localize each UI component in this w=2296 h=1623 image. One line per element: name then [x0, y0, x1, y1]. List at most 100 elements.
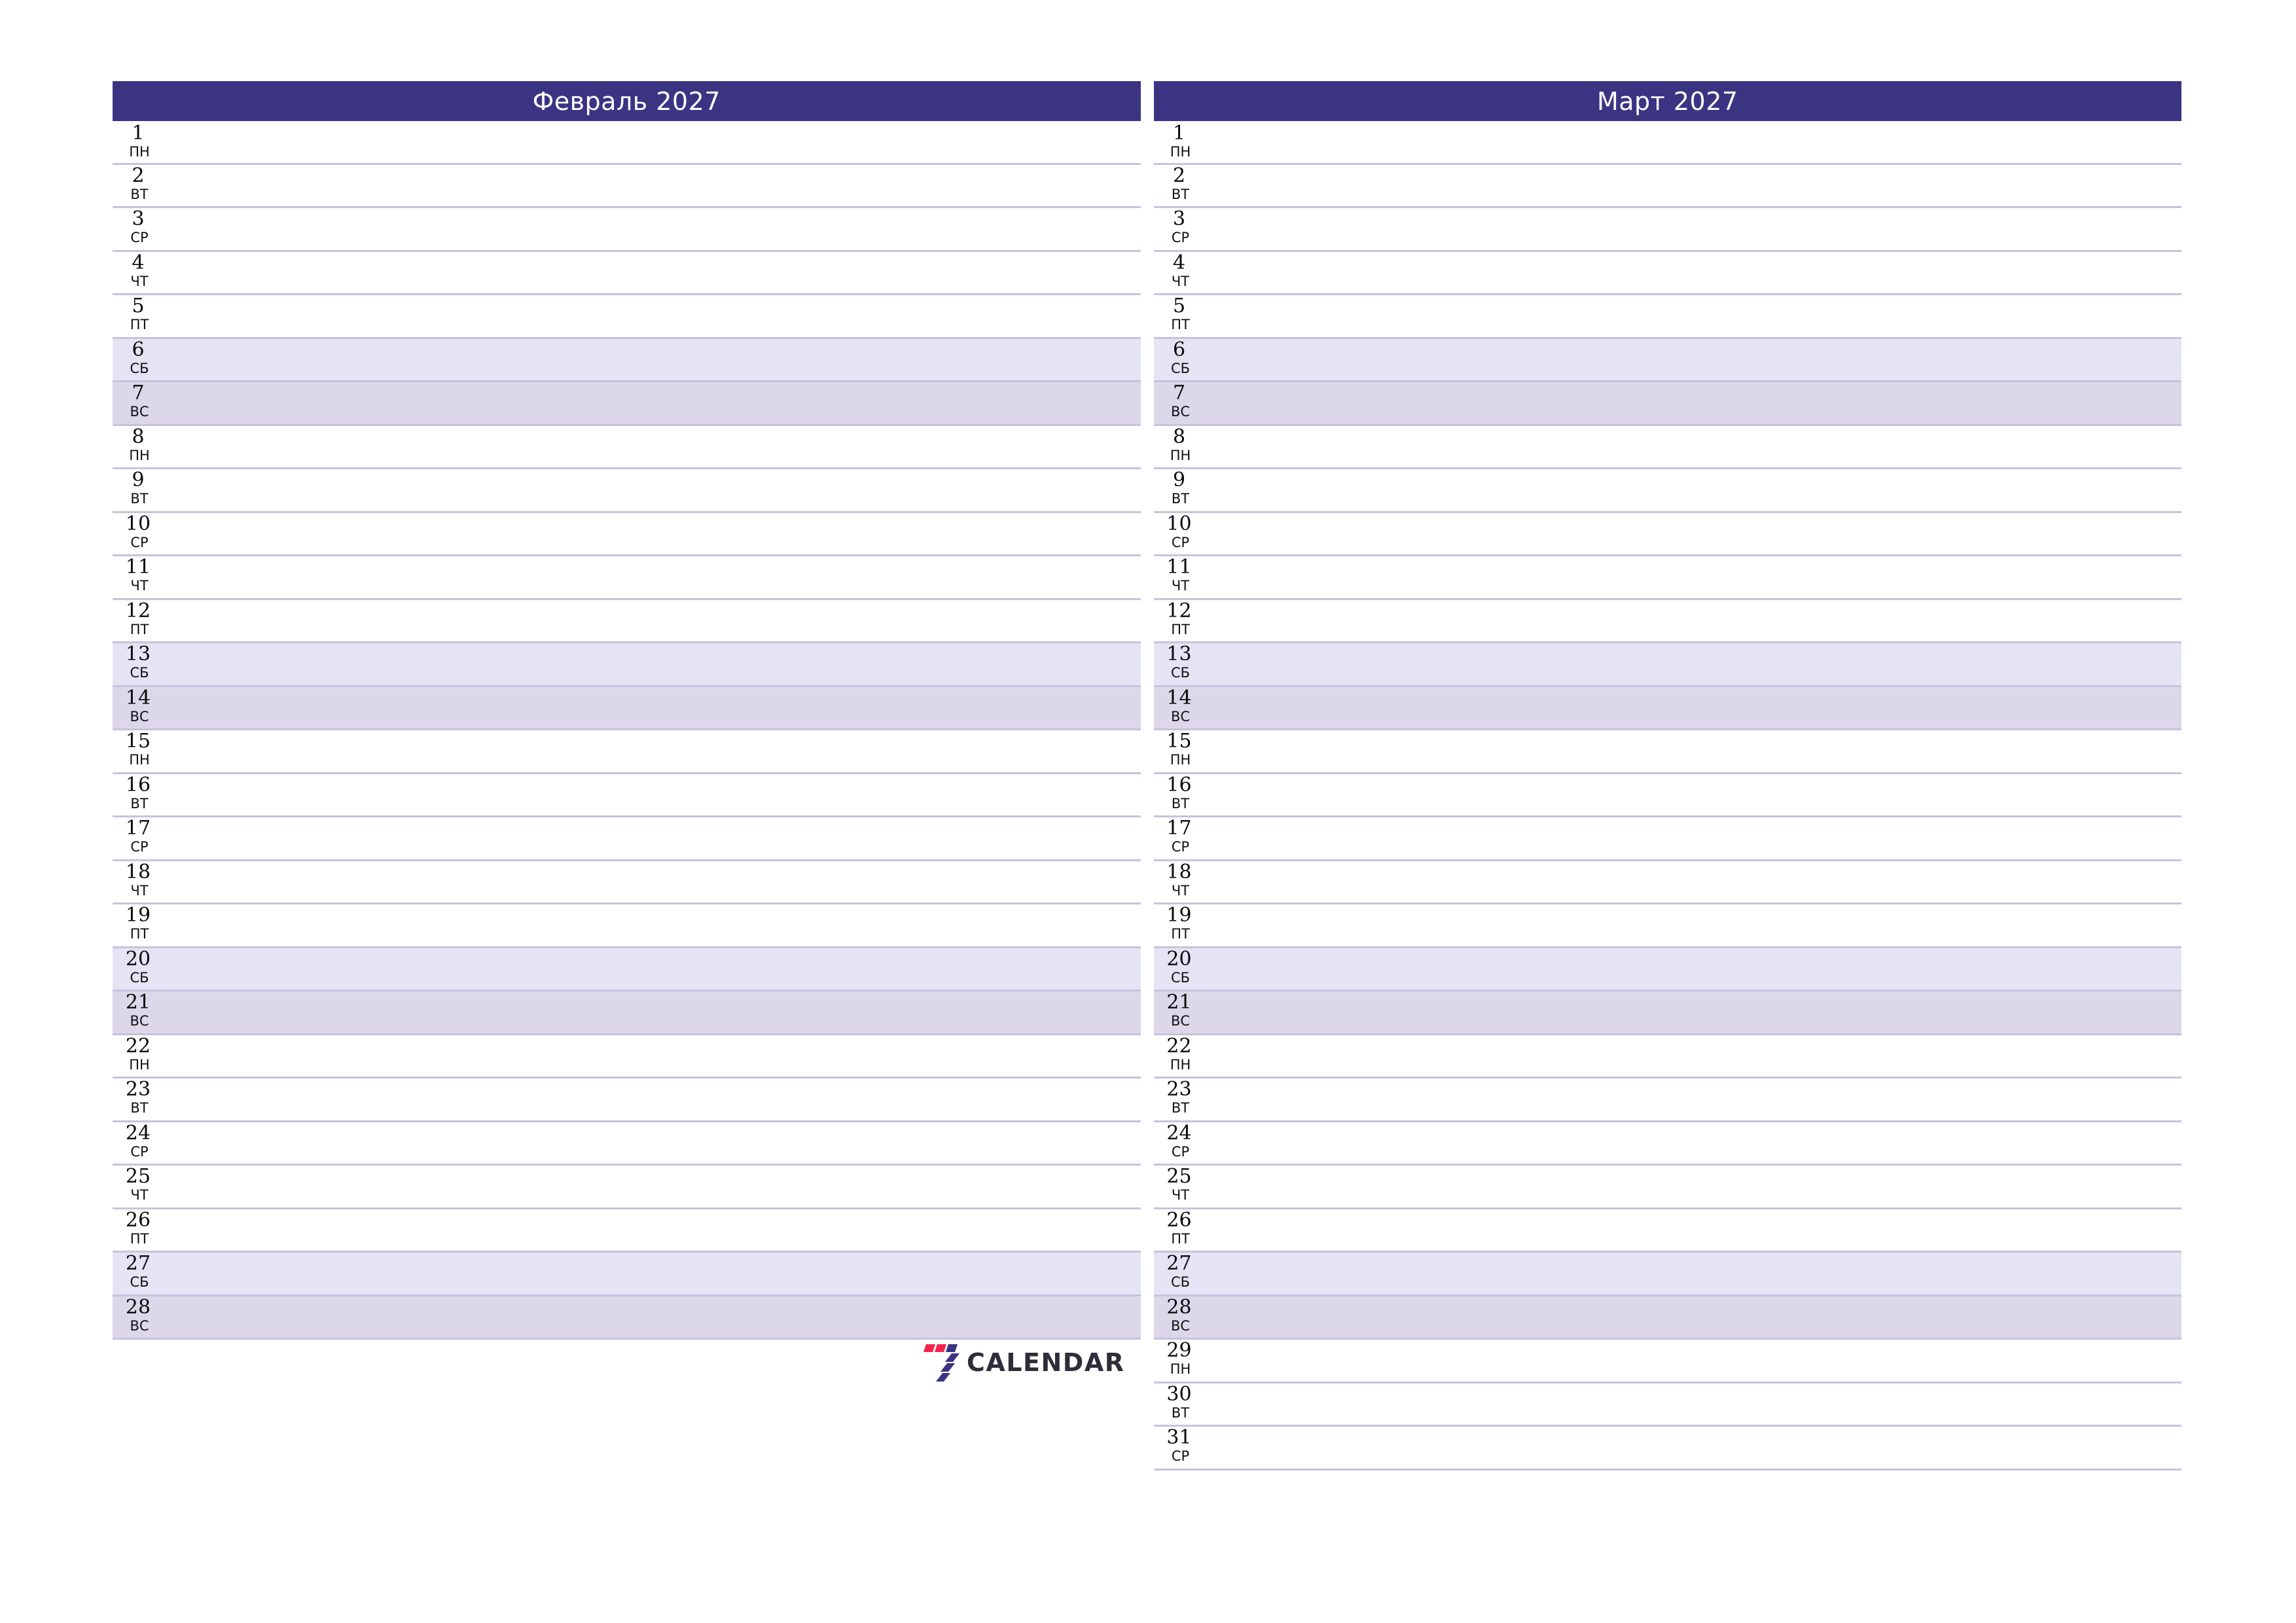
- day-notes-area[interactable]: [1239, 1166, 2182, 1207]
- day-notes-area[interactable]: [198, 208, 1141, 250]
- day-row[interactable]: 16 вт: [1153, 774, 2182, 817]
- day-row[interactable]: 12 пт: [113, 599, 1141, 643]
- day-row[interactable]: 17 ср: [1153, 817, 2181, 861]
- day-notes-area[interactable]: [198, 817, 1141, 859]
- day-row[interactable]: 27 сб: [113, 1253, 1141, 1296]
- day-notes-area[interactable]: [198, 730, 1141, 772]
- day-row[interactable]: 11 чт: [113, 556, 1141, 600]
- day-notes-area[interactable]: [198, 513, 1141, 555]
- day-notes-area[interactable]: [1239, 426, 2182, 468]
- day-notes-area[interactable]: [1239, 252, 2182, 294]
- day-row[interactable]: 7 вс: [1153, 382, 2182, 426]
- day-row[interactable]: 26 пт: [1153, 1209, 2181, 1253]
- day-notes-area[interactable]: [198, 1079, 1141, 1120]
- day-notes-area[interactable]: [1239, 730, 2182, 772]
- day-notes-area[interactable]: [198, 991, 1141, 1033]
- day-row[interactable]: 21 вс: [1153, 991, 2182, 1035]
- day-row[interactable]: 21 вс: [113, 991, 1141, 1035]
- day-notes-area[interactable]: [1239, 643, 2182, 685]
- day-notes-area[interactable]: [1239, 861, 2182, 903]
- day-notes-area[interactable]: [198, 1296, 1141, 1338]
- day-row[interactable]: 24 ср: [113, 1122, 1141, 1166]
- day-row[interactable]: 22 пн: [113, 1035, 1141, 1079]
- day-notes-area[interactable]: [1239, 382, 2182, 424]
- day-notes-area[interactable]: [1239, 991, 2182, 1033]
- day-notes-area[interactable]: [198, 948, 1141, 990]
- day-row[interactable]: 4 чт: [113, 251, 1141, 295]
- day-row[interactable]: 16 вт: [113, 774, 1141, 817]
- day-row[interactable]: 13 сб: [113, 643, 1141, 687]
- day-notes-area[interactable]: [1239, 339, 2182, 381]
- day-row[interactable]: 20 сб: [113, 948, 1141, 991]
- day-row[interactable]: 8 пн: [1153, 425, 2182, 469]
- day-notes-area[interactable]: [1239, 469, 2182, 511]
- day-row[interactable]: 22 пн: [1153, 1035, 2182, 1079]
- day-notes-area[interactable]: [1239, 1296, 2182, 1338]
- day-notes-area[interactable]: [1239, 774, 2182, 816]
- day-notes-area[interactable]: [1239, 1340, 2182, 1382]
- day-notes-area[interactable]: [198, 252, 1141, 294]
- day-notes-area[interactable]: [1239, 513, 2182, 555]
- day-row[interactable]: 10 ср: [1153, 512, 2182, 556]
- day-row[interactable]: 19 пт: [1153, 904, 2182, 948]
- day-notes-area[interactable]: [1239, 1383, 2182, 1425]
- day-notes-area[interactable]: [198, 600, 1141, 642]
- day-row[interactable]: 6 сб: [113, 338, 1141, 382]
- day-row[interactable]: 10 ср: [113, 512, 1141, 556]
- day-row[interactable]: 17 ср: [113, 817, 1141, 861]
- day-row[interactable]: 4 чт: [1153, 251, 2182, 295]
- day-row[interactable]: 15 пн: [1153, 730, 2182, 774]
- day-row[interactable]: 12 пт: [1153, 599, 2182, 643]
- day-notes-area[interactable]: [198, 1166, 1141, 1207]
- day-row[interactable]: 2 вт: [1153, 164, 2182, 208]
- day-row[interactable]: 13 сб: [1153, 643, 2182, 687]
- day-row[interactable]: 14 вс: [1153, 687, 2182, 730]
- day-notes-area[interactable]: [1239, 1122, 2182, 1164]
- day-notes-area[interactable]: [1239, 165, 2182, 207]
- day-notes-area[interactable]: [198, 295, 1141, 337]
- day-notes-area[interactable]: [198, 1122, 1141, 1164]
- day-notes-area[interactable]: [198, 165, 1141, 207]
- day-notes-area[interactable]: [198, 1035, 1141, 1077]
- day-notes-area[interactable]: [198, 426, 1141, 468]
- day-notes-area[interactable]: [1239, 904, 2182, 946]
- day-row[interactable]: 30 вт: [1153, 1383, 2182, 1427]
- day-row[interactable]: 9 вт: [1153, 469, 2182, 513]
- day-notes-area[interactable]: [198, 469, 1141, 511]
- day-notes-area[interactable]: [1239, 687, 2182, 729]
- day-row[interactable]: 18 чт: [113, 861, 1141, 904]
- day-row[interactable]: 3 ср: [113, 208, 1141, 252]
- day-row[interactable]: 19 пт: [113, 904, 1141, 948]
- day-notes-area[interactable]: [198, 643, 1141, 685]
- day-row[interactable]: 24 ср: [1153, 1122, 2182, 1166]
- day-row[interactable]: 3 ср: [1153, 208, 2182, 252]
- day-notes-area[interactable]: [1239, 208, 2182, 250]
- day-row[interactable]: 23 вт: [113, 1079, 1141, 1122]
- day-notes-area[interactable]: [1239, 600, 2182, 642]
- day-row[interactable]: 2 вт: [113, 164, 1141, 208]
- day-row[interactable]: 28 вс: [1153, 1296, 2182, 1340]
- day-row[interactable]: 14 вс: [113, 687, 1141, 730]
- day-notes-area[interactable]: [1239, 1035, 2182, 1077]
- day-notes-area[interactable]: [198, 382, 1141, 424]
- day-row[interactable]: 23 вт: [1153, 1079, 2181, 1122]
- day-row[interactable]: 6 сб: [1153, 338, 2182, 382]
- day-notes-area[interactable]: [1239, 295, 2182, 337]
- day-row[interactable]: 11 чт: [1153, 556, 2181, 600]
- day-notes-area[interactable]: [1239, 1427, 2182, 1469]
- day-row[interactable]: 18 чт: [1153, 861, 2182, 904]
- day-notes-area[interactable]: [1239, 948, 2182, 990]
- day-row[interactable]: 26 пт: [113, 1209, 1141, 1253]
- day-notes-area[interactable]: [1239, 122, 2182, 163]
- day-row[interactable]: 1 пн: [113, 121, 1141, 165]
- day-notes-area[interactable]: [198, 1253, 1141, 1294]
- day-notes-area[interactable]: [198, 122, 1141, 163]
- day-notes-area[interactable]: [198, 861, 1141, 903]
- day-notes-area[interactable]: [1239, 1253, 2182, 1294]
- day-notes-area[interactable]: [198, 1209, 1141, 1251]
- day-notes-area[interactable]: [198, 904, 1141, 946]
- day-row[interactable]: 27 сб: [1153, 1253, 2182, 1296]
- day-row[interactable]: 9 вт: [113, 469, 1141, 513]
- day-notes-area[interactable]: [198, 774, 1141, 816]
- day-notes-area[interactable]: [198, 339, 1141, 381]
